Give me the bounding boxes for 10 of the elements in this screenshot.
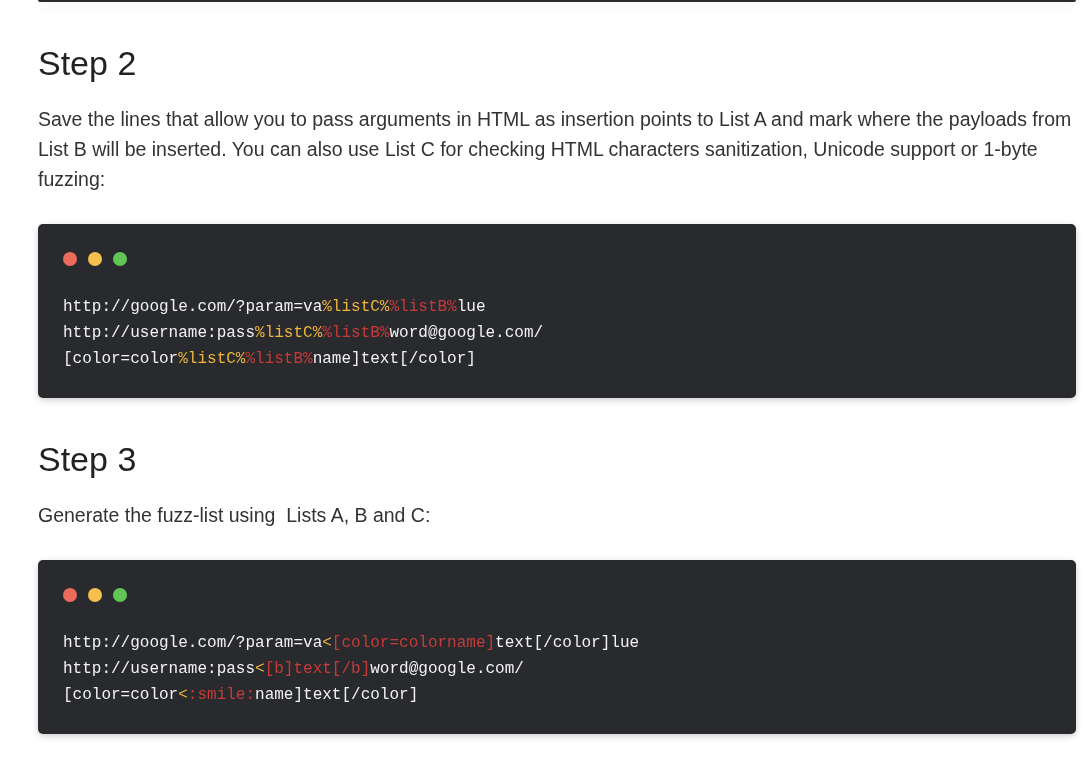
code-line: http://username:pass<[b]text[/b]word@google.com/ bbox=[63, 659, 524, 680]
code-line: http://google.com/?param=va<[color=colorname]text[/color]lue bbox=[63, 633, 640, 654]
step-description: Generate the fuzz-list using Lists A, B and C: bbox=[38, 503, 432, 528]
code-line: [color=color%listC%%listB%name]text[/color] bbox=[63, 349, 476, 370]
step-description: Save the lines that allow you to pass arguments in HTML as insertion points to List A and mark where the payloads from List B will be inserted. You can also use List C for checking HTML characters sanitization, Unicode support or 1-byte fuzzing: bbox=[38, 107, 1073, 192]
step-heading: Step 3 bbox=[38, 439, 138, 480]
step-heading: Step 2 bbox=[38, 43, 138, 84]
code-line: [color=color<:smile:name]text[/color] bbox=[63, 685, 419, 706]
code-line: http://username:pass%listC%%listB%word@google.com/ bbox=[63, 323, 544, 344]
code-line: http://google.com/?param=va%listC%%listB%lue bbox=[63, 297, 486, 318]
